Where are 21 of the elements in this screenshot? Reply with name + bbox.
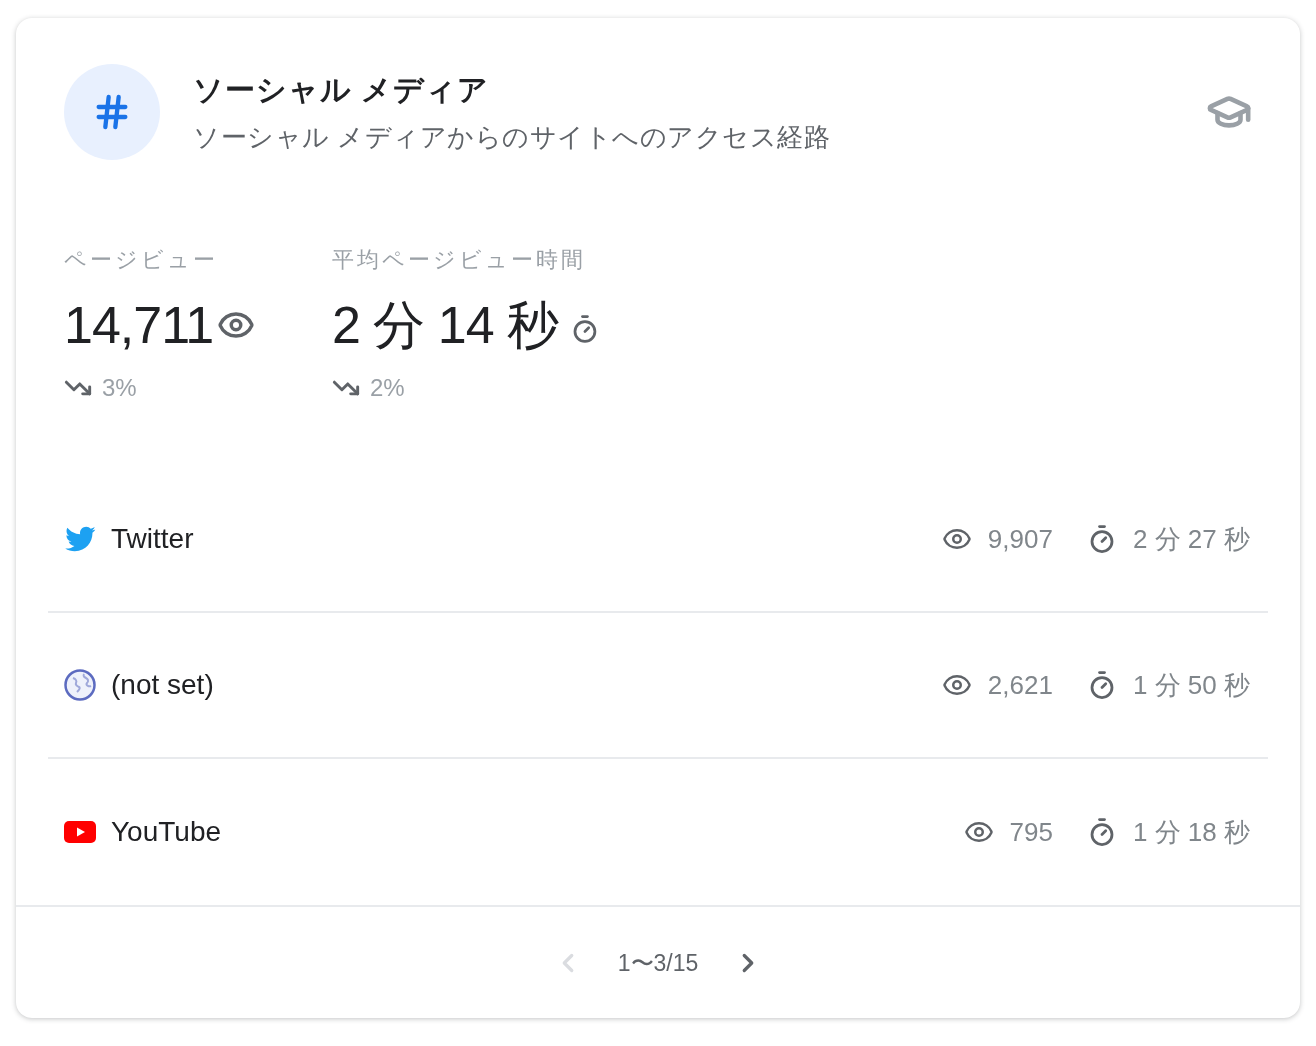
change-percent: 2% — [370, 374, 405, 402]
metric-label: 平均ページビュー時間 — [332, 246, 587, 274]
globe-icon — [64, 669, 96, 701]
card-subtitle: ソーシャル メディアからのサイトへのアクセス経路 — [193, 121, 831, 154]
card-title: ソーシャル メディア — [193, 72, 491, 108]
avg-time: 1 分 50 秒 — [1132, 669, 1250, 701]
metric-label: ページビュー — [64, 246, 219, 274]
metric-value: 2 分 14 秒 — [332, 295, 559, 355]
source-name: Twitter — [111, 522, 194, 556]
avg-time: 2 分 27 秒 — [1132, 523, 1250, 555]
change-percent: 3% — [102, 374, 137, 402]
play-icon — [64, 821, 96, 843]
source-name: YouTube — [111, 815, 222, 849]
pageviews-count: 795 — [1009, 816, 1053, 848]
pageviews-count: 2,621 — [987, 669, 1053, 701]
pageviews-count: 9,907 — [987, 523, 1053, 555]
bird-icon — [64, 525, 96, 553]
avg-time: 1 分 18 秒 — [1132, 816, 1250, 848]
page-range: 1〜3/15 — [617, 948, 699, 978]
source-name: (not set) — [111, 668, 214, 702]
metric-value: 14,711 — [64, 295, 214, 355]
